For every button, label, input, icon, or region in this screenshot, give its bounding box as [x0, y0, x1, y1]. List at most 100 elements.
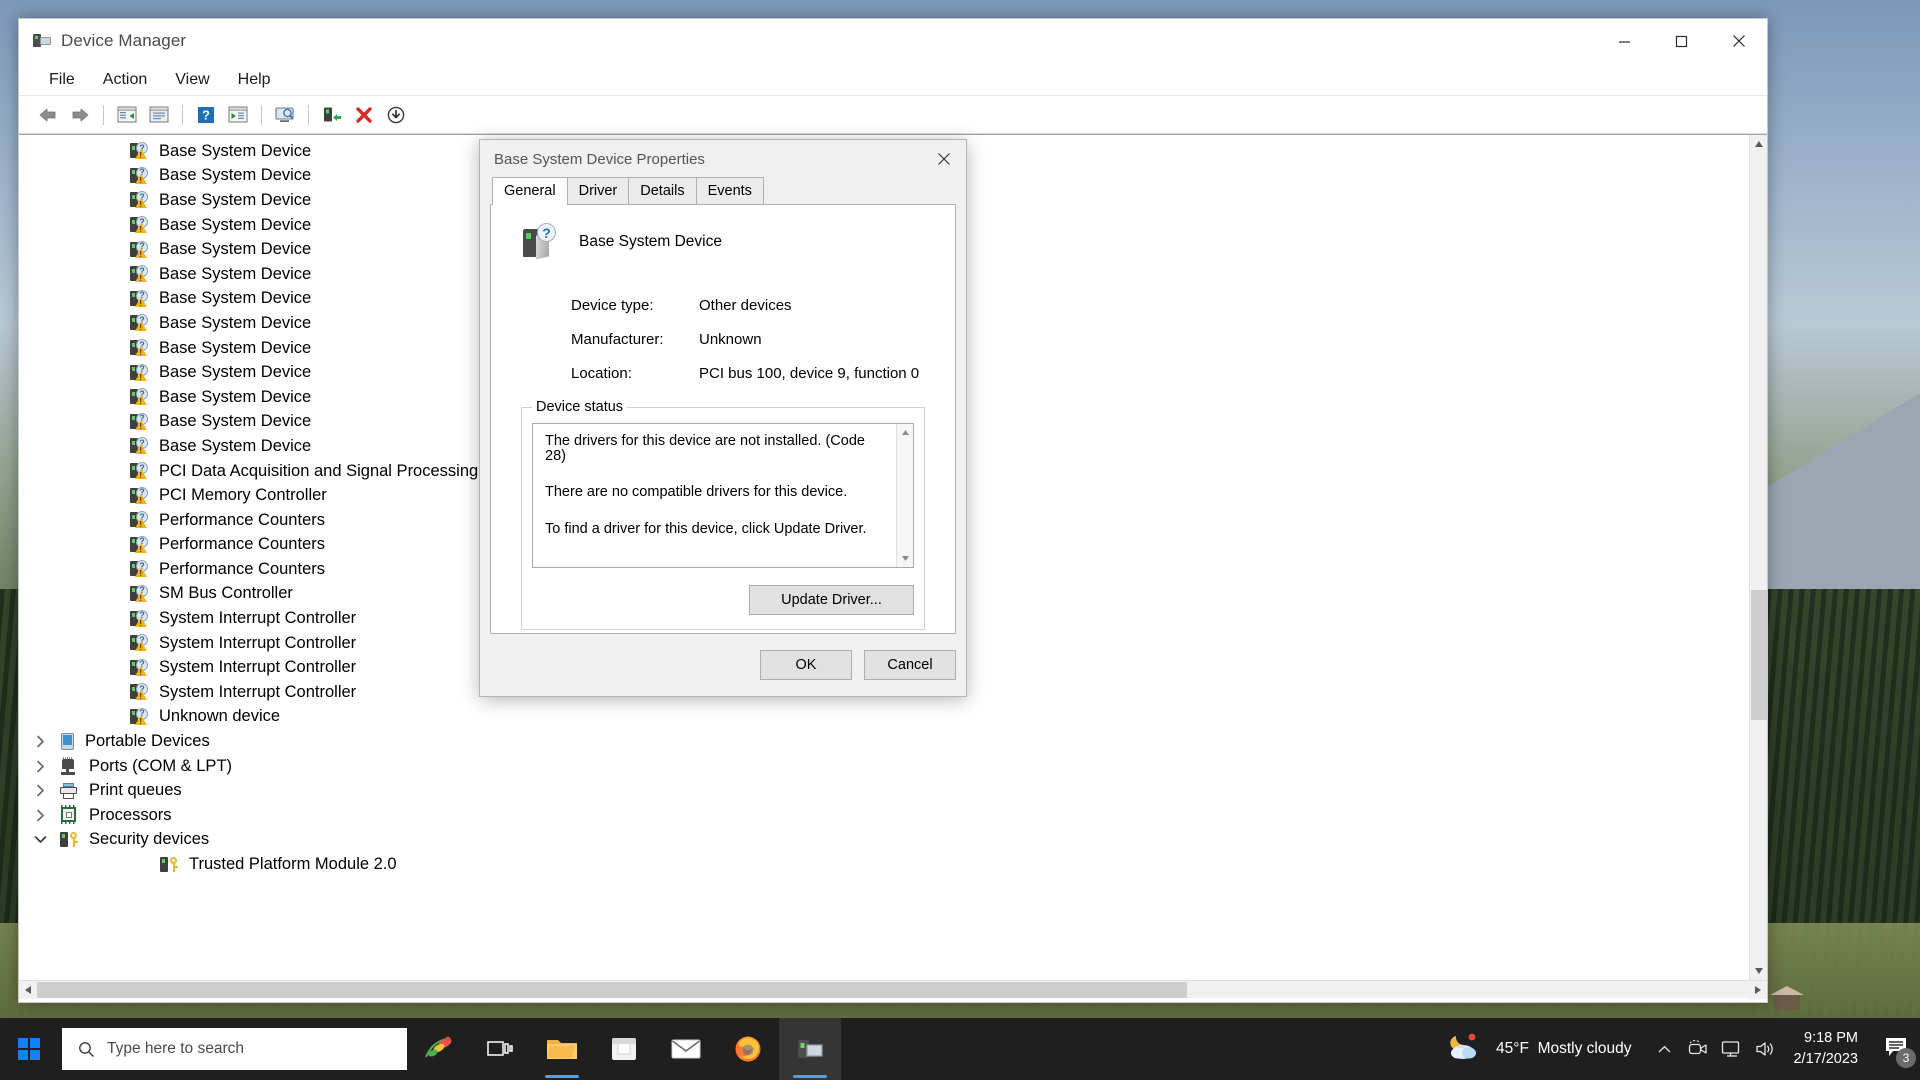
cancel-button[interactable]: Cancel [864, 650, 956, 680]
chevron-right-icon[interactable] [29, 784, 51, 797]
tree-node[interactable]: Trusted Platform Module 2.0 [19, 852, 1749, 877]
tab-general[interactable]: General [492, 176, 568, 205]
notification-center-button[interactable]: 3 [1872, 1018, 1920, 1080]
help-icon[interactable]: ? [191, 100, 221, 130]
menu-bar: File Action View Help [19, 64, 1767, 96]
tab-driver[interactable]: Driver [566, 176, 630, 204]
show-hide-console-tree-icon[interactable] [112, 100, 142, 130]
microsoft-store-icon[interactable] [593, 1018, 655, 1080]
firefox-icon[interactable] [717, 1018, 779, 1080]
chevron-right-icon[interactable] [29, 760, 51, 773]
tab-details[interactable]: Details [628, 176, 697, 204]
minimize-button[interactable] [1596, 19, 1653, 64]
tree-node-label: Base System Device [159, 215, 312, 234]
weather-widget[interactable]: 45°F Mostly cloudy [1430, 1018, 1647, 1080]
scroll-down-icon[interactable] [1749, 962, 1767, 980]
tree-node[interactable]: Security devices [19, 828, 1749, 853]
dialog-close-icon[interactable] [922, 140, 966, 178]
tree-node-label: Base System Device [159, 338, 312, 357]
chevron-down-icon[interactable] [29, 835, 51, 844]
unknown-device-icon: ? [129, 265, 149, 283]
ports-icon [59, 757, 79, 775]
scroll-thumb[interactable] [1751, 590, 1767, 720]
unknown-device-icon: ? [129, 707, 149, 726]
menu-view[interactable]: View [163, 67, 221, 93]
ok-button[interactable]: OK [760, 650, 852, 680]
camera-icon[interactable] [1681, 1018, 1715, 1080]
unknown-device-icon: ? [129, 658, 149, 677]
disable-device-icon[interactable] [381, 100, 411, 130]
search-input[interactable]: Type here to search [62, 1028, 407, 1070]
tree-node-label: Performance Counters [159, 559, 325, 578]
property-value: Unknown [699, 331, 762, 348]
dialog-title: Base System Device Properties [494, 150, 705, 168]
scroll-track[interactable] [1749, 153, 1767, 962]
update-driver-button[interactable]: Update Driver... [749, 585, 914, 615]
portable-devices-icon [59, 732, 75, 751]
scroll-right-icon[interactable] [1749, 980, 1767, 999]
notification-badge: 3 [1896, 1048, 1916, 1068]
search-icon [78, 1041, 95, 1058]
status-scroll-down-icon[interactable] [897, 550, 914, 567]
tree-node[interactable]: Processors [19, 803, 1749, 828]
status-scrollbar[interactable] [896, 424, 913, 567]
tree-node-label: PCI Memory Controller [159, 486, 327, 505]
clock[interactable]: 9:18 PM 2/17/2023 [1783, 1018, 1872, 1080]
tree-node-label: Trusted Platform Module 2.0 [189, 855, 397, 874]
tree-node-label: Base System Device [159, 240, 312, 259]
unknown-device-icon: ? [129, 191, 149, 209]
tree-node[interactable]: Print queues [19, 778, 1749, 803]
menu-action[interactable]: Action [91, 67, 159, 93]
tab-events[interactable]: Events [695, 176, 764, 204]
tree-node-label: Base System Device [159, 436, 312, 455]
menu-file[interactable]: File [37, 67, 87, 93]
tree-horizontal-scrollbar[interactable] [19, 980, 1767, 999]
task-view-icon[interactable] [469, 1018, 531, 1080]
processor-icon [59, 805, 79, 825]
search-placeholder: Type here to search [107, 1040, 244, 1057]
chevron-right-icon[interactable] [29, 735, 51, 748]
scan-for-hardware-changes-icon[interactable] [223, 100, 253, 130]
mail-icon[interactable] [655, 1018, 717, 1080]
tree-vertical-scrollbar[interactable] [1749, 135, 1767, 980]
property-row-manufacturer: Manufacturer: Unknown [571, 331, 935, 348]
device-manager-taskbar-icon[interactable] [779, 1018, 841, 1080]
start-button[interactable] [0, 1018, 58, 1080]
network-icon[interactable] [1715, 1018, 1749, 1080]
tree-node-label: Performance Counters [159, 535, 325, 554]
uninstall-device-icon[interactable] [349, 100, 379, 130]
cortana-icon[interactable] [407, 1018, 469, 1080]
property-label: Device type: [571, 297, 654, 314]
chevron-right-icon[interactable] [29, 809, 51, 822]
svg-text:?: ? [202, 107, 210, 122]
scroll-left-icon[interactable] [19, 980, 37, 999]
device-status-legend: Device status [536, 399, 624, 415]
horizontal-scroll-thumb[interactable] [37, 982, 1187, 998]
back-icon[interactable] [33, 100, 63, 130]
menu-help[interactable]: Help [226, 67, 283, 93]
update-driver-icon[interactable] [270, 100, 300, 130]
close-button[interactable] [1710, 19, 1767, 64]
status-scroll-up-icon[interactable] [897, 424, 914, 441]
scroll-up-icon[interactable] [1749, 135, 1767, 153]
tree-node[interactable]: Portable Devices [19, 729, 1749, 754]
volume-icon[interactable] [1749, 1018, 1783, 1080]
unknown-device-icon: ? [129, 634, 149, 652]
properties-icon[interactable] [144, 100, 174, 130]
dialog-tabs: General Driver Details Events [490, 176, 956, 205]
dialog-titlebar: Base System Device Properties [480, 140, 966, 178]
tree-node[interactable]: ? Unknown device [19, 705, 1749, 730]
device-status-group: Device status The drivers for this devic… [521, 399, 925, 630]
tree-node[interactable]: Ports (COM & LPT) [19, 754, 1749, 779]
show-hidden-icons-chevron[interactable] [1647, 1018, 1681, 1080]
status-line: There are no compatible drivers for this… [545, 484, 848, 500]
unknown-device-icon: ? [129, 609, 149, 628]
window-title: Device Manager [61, 31, 187, 50]
device-status-text[interactable]: The drivers for this device are not inst… [532, 423, 914, 568]
maximize-button[interactable] [1653, 19, 1710, 64]
forward-icon[interactable] [65, 100, 95, 130]
enable-device-icon[interactable] [317, 100, 347, 130]
unknown-device-icon: ? [129, 560, 149, 578]
file-explorer-icon[interactable] [531, 1018, 593, 1080]
partly-cloudy-night-icon [1446, 1032, 1484, 1067]
